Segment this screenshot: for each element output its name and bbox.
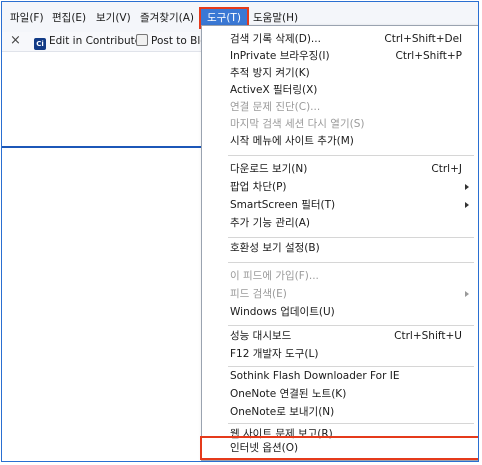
menu-item-label: 검색 기록 삭제(D)...	[230, 33, 321, 45]
menu-separator	[228, 325, 474, 326]
menu-item-label: ActiveX 필터링(X)	[230, 84, 318, 96]
menu-send-to-onenote[interactable]: OneNote로 보내기(N)	[202, 404, 478, 420]
menu-item-label: 호환성 보기 설정(B)	[230, 242, 320, 254]
menu-item-shortcut: Ctrl+Shift+Del	[384, 33, 462, 45]
menu-item-label: Sothink Flash Downloader For IE	[230, 370, 400, 382]
menu-item-label: 추가 기능 관리(A)	[230, 217, 311, 229]
menu-internet-options[interactable]: 인터넷 옵션(O)	[200, 436, 478, 460]
blog-icon	[136, 34, 148, 46]
menu-item-label: 성능 대시보드	[230, 330, 292, 342]
menu-separator	[228, 423, 474, 424]
menu-activex-filtering[interactable]: ActiveX 필터링(X)	[202, 82, 478, 98]
menu-feed-discovery: 피드 검색(E)	[202, 286, 478, 302]
page-divider	[2, 146, 202, 148]
menu-item-shortcut: Ctrl+J	[431, 163, 462, 175]
menu-item-shortcut: Ctrl+Shift+P	[395, 50, 462, 62]
menu-separator	[228, 155, 474, 156]
menu-f12-developer-tools[interactable]: F12 개발자 도구(L)	[202, 346, 478, 362]
menu-file[interactable]: 파일(F)	[6, 9, 48, 27]
menu-tracking-protection[interactable]: 추적 방지 켜기(K)	[202, 65, 478, 81]
menu-view[interactable]: 보기(V)	[92, 9, 135, 27]
menu-diagnose-connection: 연결 문제 진단(C)...	[202, 99, 478, 115]
menu-item-label: 인터넷 옵션(O)	[230, 442, 299, 454]
edit-in-contribute-button[interactable]: Ci Edit in Contribute	[34, 34, 142, 50]
menu-item-label: 이 피드에 가입(F)...	[230, 270, 319, 282]
menu-item-label: InPrivate 브라우징(I)	[230, 50, 330, 62]
contribute-icon: Ci	[34, 38, 46, 50]
edit-in-contribute-label: Edit in Contribute	[49, 35, 142, 47]
menu-item-label: 추적 방지 켜기(K)	[230, 67, 310, 79]
submenu-arrow-icon	[465, 184, 469, 190]
tools-menu: 검색 기록 삭제(D)... Ctrl+Shift+Del InPrivate …	[200, 25, 478, 461]
menu-item-label: Windows 업데이트(U)	[230, 306, 335, 318]
close-icon[interactable]: ×	[10, 33, 21, 48]
menu-delete-history[interactable]: 검색 기록 삭제(D)... Ctrl+Shift+Del	[202, 31, 478, 47]
menu-smartscreen-filter[interactable]: SmartScreen 필터(T)	[202, 197, 478, 213]
menu-separator	[228, 366, 474, 367]
menu-item-label: SmartScreen 필터(T)	[230, 199, 336, 211]
menu-item-label: 시작 메뉴에 사이트 추가(M)	[230, 135, 354, 147]
menu-separator	[228, 262, 474, 263]
menu-onenote-linked-notes[interactable]: OneNote 연결된 노트(K)	[202, 386, 478, 402]
menu-item-shortcut: Ctrl+Shift+U	[394, 330, 462, 342]
menu-add-site-start[interactable]: 시작 메뉴에 사이트 추가(M)	[202, 133, 478, 149]
menu-reopen-session: 마지막 검색 세션 다시 열기(S)	[202, 116, 478, 132]
menu-favorites[interactable]: 즐겨찾기(A)	[136, 9, 198, 27]
menu-edit[interactable]: 편집(E)	[48, 9, 90, 27]
menu-view-downloads[interactable]: 다운로드 보기(N) Ctrl+J	[202, 161, 478, 177]
submenu-arrow-icon	[465, 291, 469, 297]
menu-item-label: OneNote로 보내기(N)	[230, 406, 335, 418]
menu-performance-dashboard[interactable]: 성능 대시보드 Ctrl+Shift+U	[202, 328, 478, 344]
menu-item-label: 연결 문제 진단(C)...	[230, 101, 321, 113]
menu-inprivate[interactable]: InPrivate 브라우징(I) Ctrl+Shift+P	[202, 48, 478, 64]
menu-compatibility-view[interactable]: 호환성 보기 설정(B)	[202, 240, 478, 256]
browser-window: 파일(F) 편집(E) 보기(V) 즐겨찾기(A) 도구(T) 도움말(H) ×…	[1, 1, 479, 462]
menu-popup-blocker[interactable]: 팝업 차단(P)	[202, 179, 478, 195]
submenu-arrow-icon	[465, 202, 469, 208]
menu-separator	[228, 237, 474, 238]
menu-windows-update[interactable]: Windows 업데이트(U)	[202, 304, 478, 320]
menu-item-label: 다운로드 보기(N)	[230, 163, 308, 175]
menu-item-label: 팝업 차단(P)	[230, 181, 287, 193]
menu-manage-addons[interactable]: 추가 기능 관리(A)	[202, 215, 478, 231]
menu-sothink-downloader[interactable]: Sothink Flash Downloader For IE	[202, 368, 478, 384]
menu-item-label: 마지막 검색 세션 다시 열기(S)	[230, 118, 365, 130]
menu-subscribe-feed: 이 피드에 가입(F)...	[202, 268, 478, 284]
menu-item-label: F12 개발자 도구(L)	[230, 348, 319, 360]
menu-item-label: OneNote 연결된 노트(K)	[230, 388, 347, 400]
menu-item-label: 피드 검색(E)	[230, 288, 287, 300]
